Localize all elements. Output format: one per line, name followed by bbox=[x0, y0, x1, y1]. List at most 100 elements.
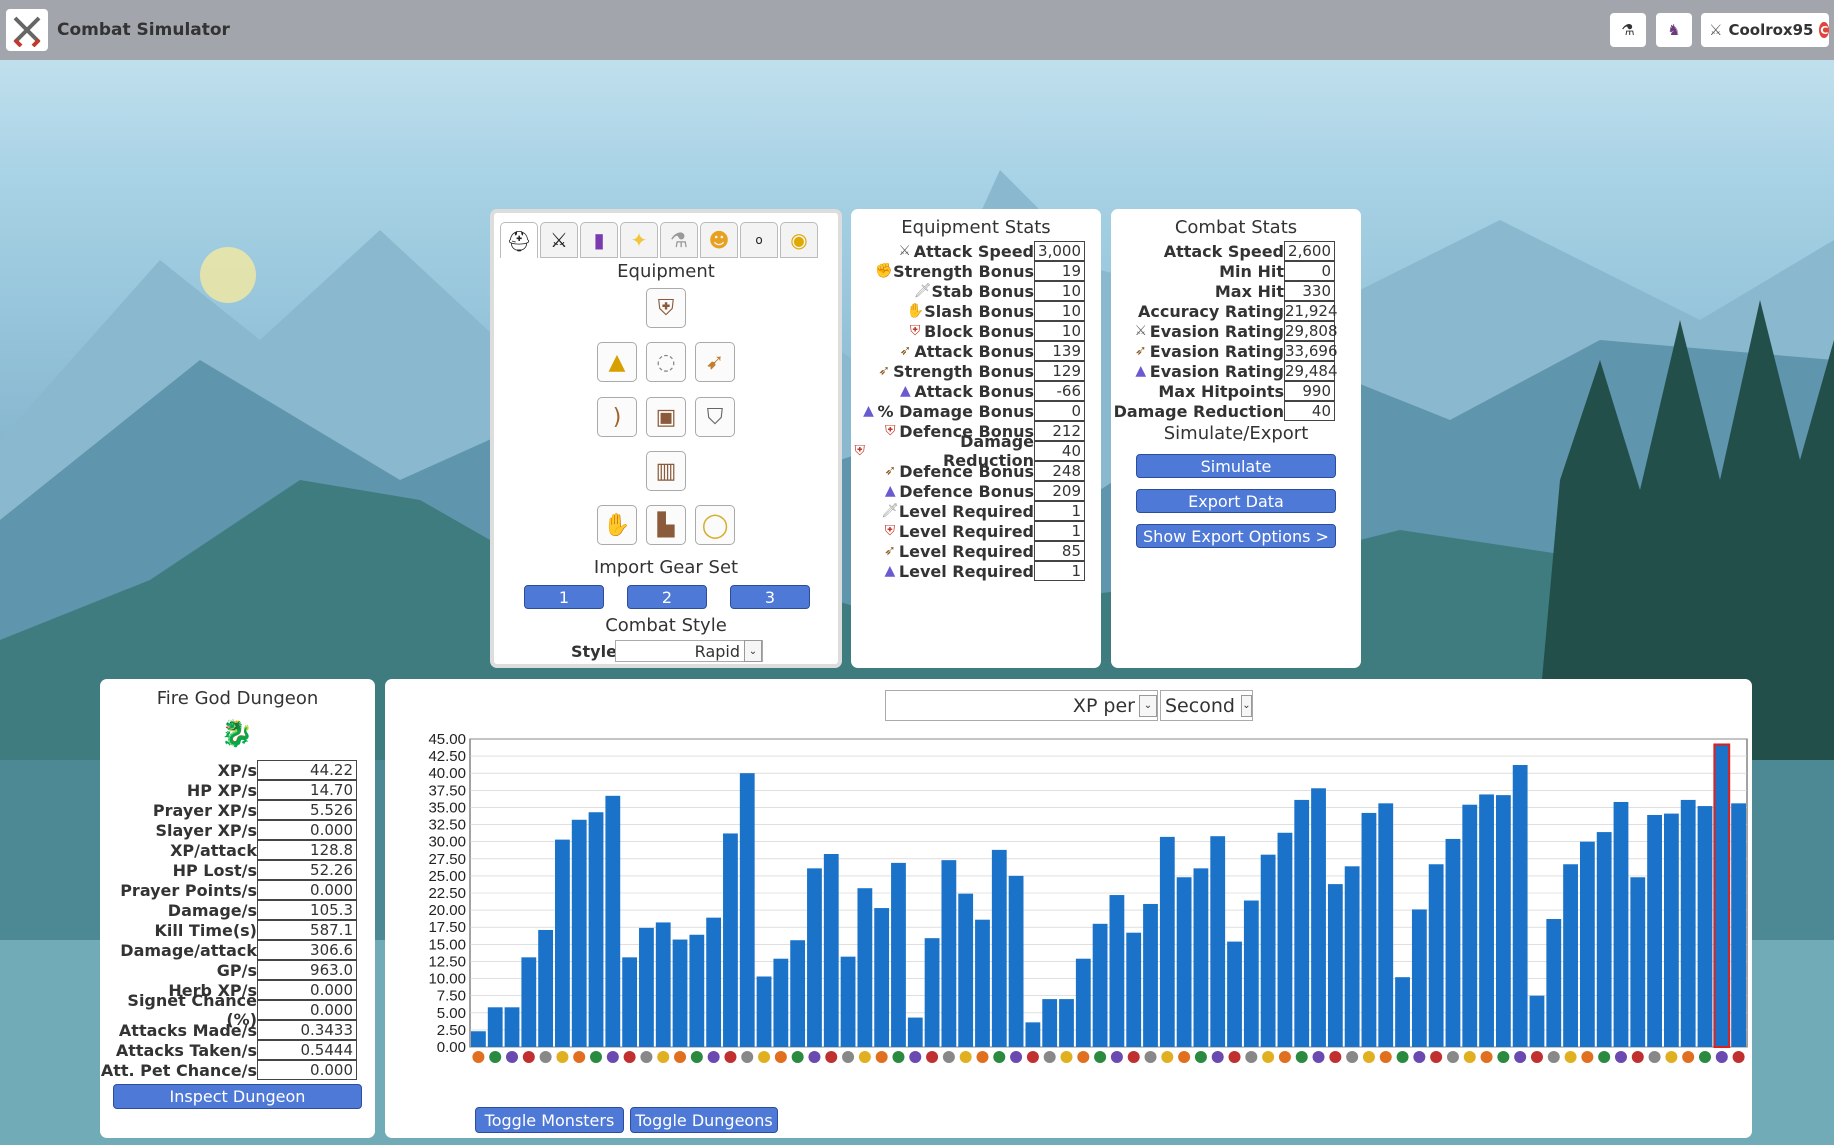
bar[interactable] bbox=[823, 853, 839, 1047]
monster-icon[interactable] bbox=[1530, 1051, 1543, 1063]
bar[interactable] bbox=[1311, 788, 1326, 1047]
monster-icon[interactable] bbox=[1161, 1051, 1174, 1063]
monster-icon[interactable] bbox=[1010, 1051, 1023, 1063]
monster-icon[interactable] bbox=[1346, 1051, 1359, 1063]
monster-icon[interactable] bbox=[1379, 1051, 1392, 1063]
bar[interactable] bbox=[605, 795, 621, 1047]
monster-icon[interactable] bbox=[1228, 1051, 1241, 1063]
bar[interactable] bbox=[1713, 743, 1731, 1048]
monster-icon[interactable] bbox=[1245, 1051, 1258, 1063]
bar[interactable] bbox=[487, 1007, 503, 1047]
bar[interactable] bbox=[1109, 895, 1125, 1047]
monster-icon[interactable] bbox=[959, 1051, 972, 1063]
monster-icon[interactable] bbox=[1295, 1051, 1308, 1063]
tab-potions[interactable]: ⚗ bbox=[660, 222, 698, 258]
bar[interactable] bbox=[1697, 806, 1713, 1047]
monster-icon[interactable] bbox=[1144, 1051, 1157, 1063]
monster-icon[interactable] bbox=[640, 1051, 653, 1063]
bar[interactable] bbox=[891, 862, 906, 1047]
bar[interactable] bbox=[639, 927, 654, 1047]
monster-icon[interactable] bbox=[556, 1051, 569, 1063]
monster-icon[interactable] bbox=[926, 1051, 939, 1063]
monster-icon[interactable] bbox=[1614, 1051, 1627, 1063]
bar[interactable] bbox=[1193, 868, 1209, 1047]
bar[interactable] bbox=[1563, 864, 1578, 1047]
bar[interactable] bbox=[874, 908, 890, 1047]
monster-icon[interactable] bbox=[724, 1051, 737, 1063]
bar[interactable] bbox=[521, 957, 537, 1047]
monster-icon[interactable] bbox=[1262, 1051, 1275, 1063]
monster-icon[interactable] bbox=[858, 1051, 871, 1063]
bar[interactable] bbox=[1344, 866, 1360, 1047]
bar[interactable] bbox=[924, 938, 940, 1047]
import-gear-set-1-button[interactable]: 1 bbox=[524, 585, 604, 609]
monster-icon[interactable] bbox=[942, 1051, 955, 1063]
bar[interactable] bbox=[1613, 801, 1629, 1047]
bar[interactable] bbox=[1529, 995, 1545, 1047]
monster-icon[interactable] bbox=[657, 1051, 670, 1063]
monster-icon[interactable] bbox=[606, 1051, 619, 1063]
monster-icon[interactable] bbox=[791, 1051, 804, 1063]
monster-icon[interactable] bbox=[1648, 1051, 1661, 1063]
monster-icon[interactable] bbox=[993, 1051, 1006, 1063]
bar[interactable] bbox=[807, 868, 822, 1047]
style-select[interactable]: Rapid ⌄ bbox=[615, 640, 763, 662]
monster-icon[interactable] bbox=[1396, 1051, 1409, 1063]
tab-options[interactable]: o bbox=[740, 222, 778, 258]
monster-icon[interactable] bbox=[1127, 1051, 1140, 1063]
bar[interactable] bbox=[739, 773, 755, 1047]
monster-icon[interactable] bbox=[1194, 1051, 1207, 1063]
monster-icon[interactable] bbox=[1211, 1051, 1224, 1063]
monster-icon[interactable] bbox=[1312, 1051, 1325, 1063]
bar[interactable] bbox=[857, 888, 873, 1047]
monster-icon[interactable] bbox=[1564, 1051, 1577, 1063]
bar[interactable] bbox=[471, 1031, 486, 1047]
bar[interactable] bbox=[790, 940, 806, 1047]
bar[interactable] bbox=[655, 922, 671, 1047]
monster-icon[interactable] bbox=[522, 1051, 535, 1063]
bar[interactable] bbox=[1428, 864, 1444, 1047]
bar[interactable] bbox=[975, 919, 990, 1047]
bar[interactable] bbox=[1647, 814, 1662, 1047]
monster-icon[interactable] bbox=[1463, 1051, 1476, 1063]
monster-icon[interactable] bbox=[774, 1051, 787, 1063]
inspect-dungeon-button[interactable]: Inspect Dungeon bbox=[113, 1084, 362, 1109]
bar[interactable] bbox=[1680, 799, 1696, 1047]
tab-loot[interactable]: ◉ bbox=[780, 222, 818, 258]
simulate-button[interactable]: Simulate bbox=[1136, 454, 1336, 478]
monster-icon[interactable] bbox=[1060, 1051, 1073, 1063]
monster-icon[interactable] bbox=[1077, 1051, 1090, 1063]
monster-icon[interactable] bbox=[1278, 1051, 1291, 1063]
bar[interactable] bbox=[941, 860, 957, 1047]
bar[interactable] bbox=[1243, 900, 1259, 1047]
bar[interactable] bbox=[1042, 999, 1058, 1047]
bar[interactable] bbox=[1126, 932, 1142, 1047]
monster-icon[interactable] bbox=[1178, 1051, 1191, 1063]
monster-icon[interactable] bbox=[707, 1051, 720, 1063]
bar[interactable] bbox=[958, 893, 974, 1047]
monster-icon[interactable] bbox=[674, 1051, 687, 1063]
bar[interactable] bbox=[756, 976, 772, 1047]
monster-icon[interactable] bbox=[1362, 1051, 1375, 1063]
monster-icon[interactable] bbox=[1094, 1051, 1107, 1063]
bar[interactable] bbox=[672, 939, 688, 1047]
monster-icon[interactable] bbox=[1698, 1051, 1711, 1063]
tab-spellbook[interactable]: ▮ bbox=[580, 222, 618, 258]
monster-icon[interactable] bbox=[1430, 1051, 1443, 1063]
bar[interactable] bbox=[622, 957, 638, 1047]
bar[interactable] bbox=[555, 839, 570, 1047]
show-export-options-button[interactable]: Show Export Options > bbox=[1136, 524, 1336, 548]
monster-icon[interactable] bbox=[623, 1051, 636, 1063]
bar[interactable] bbox=[1159, 836, 1175, 1047]
helmet-slot[interactable]: ⛨ bbox=[646, 288, 686, 328]
cape-slot[interactable]: ▲ bbox=[597, 342, 637, 382]
bar[interactable] bbox=[723, 833, 738, 1047]
bar[interactable] bbox=[1227, 941, 1242, 1047]
toggle-monsters-button[interactable]: Toggle Monsters bbox=[475, 1107, 624, 1133]
boots-slot[interactable]: ▙ bbox=[646, 505, 686, 545]
bar[interactable] bbox=[1596, 832, 1612, 1047]
user-menu-button[interactable]: ⚔ Coolrox95 C bbox=[1701, 13, 1829, 47]
bar[interactable] bbox=[1395, 977, 1410, 1047]
monster-icon[interactable] bbox=[1480, 1051, 1493, 1063]
toggle-dungeons-button[interactable]: Toggle Dungeons bbox=[630, 1107, 778, 1133]
